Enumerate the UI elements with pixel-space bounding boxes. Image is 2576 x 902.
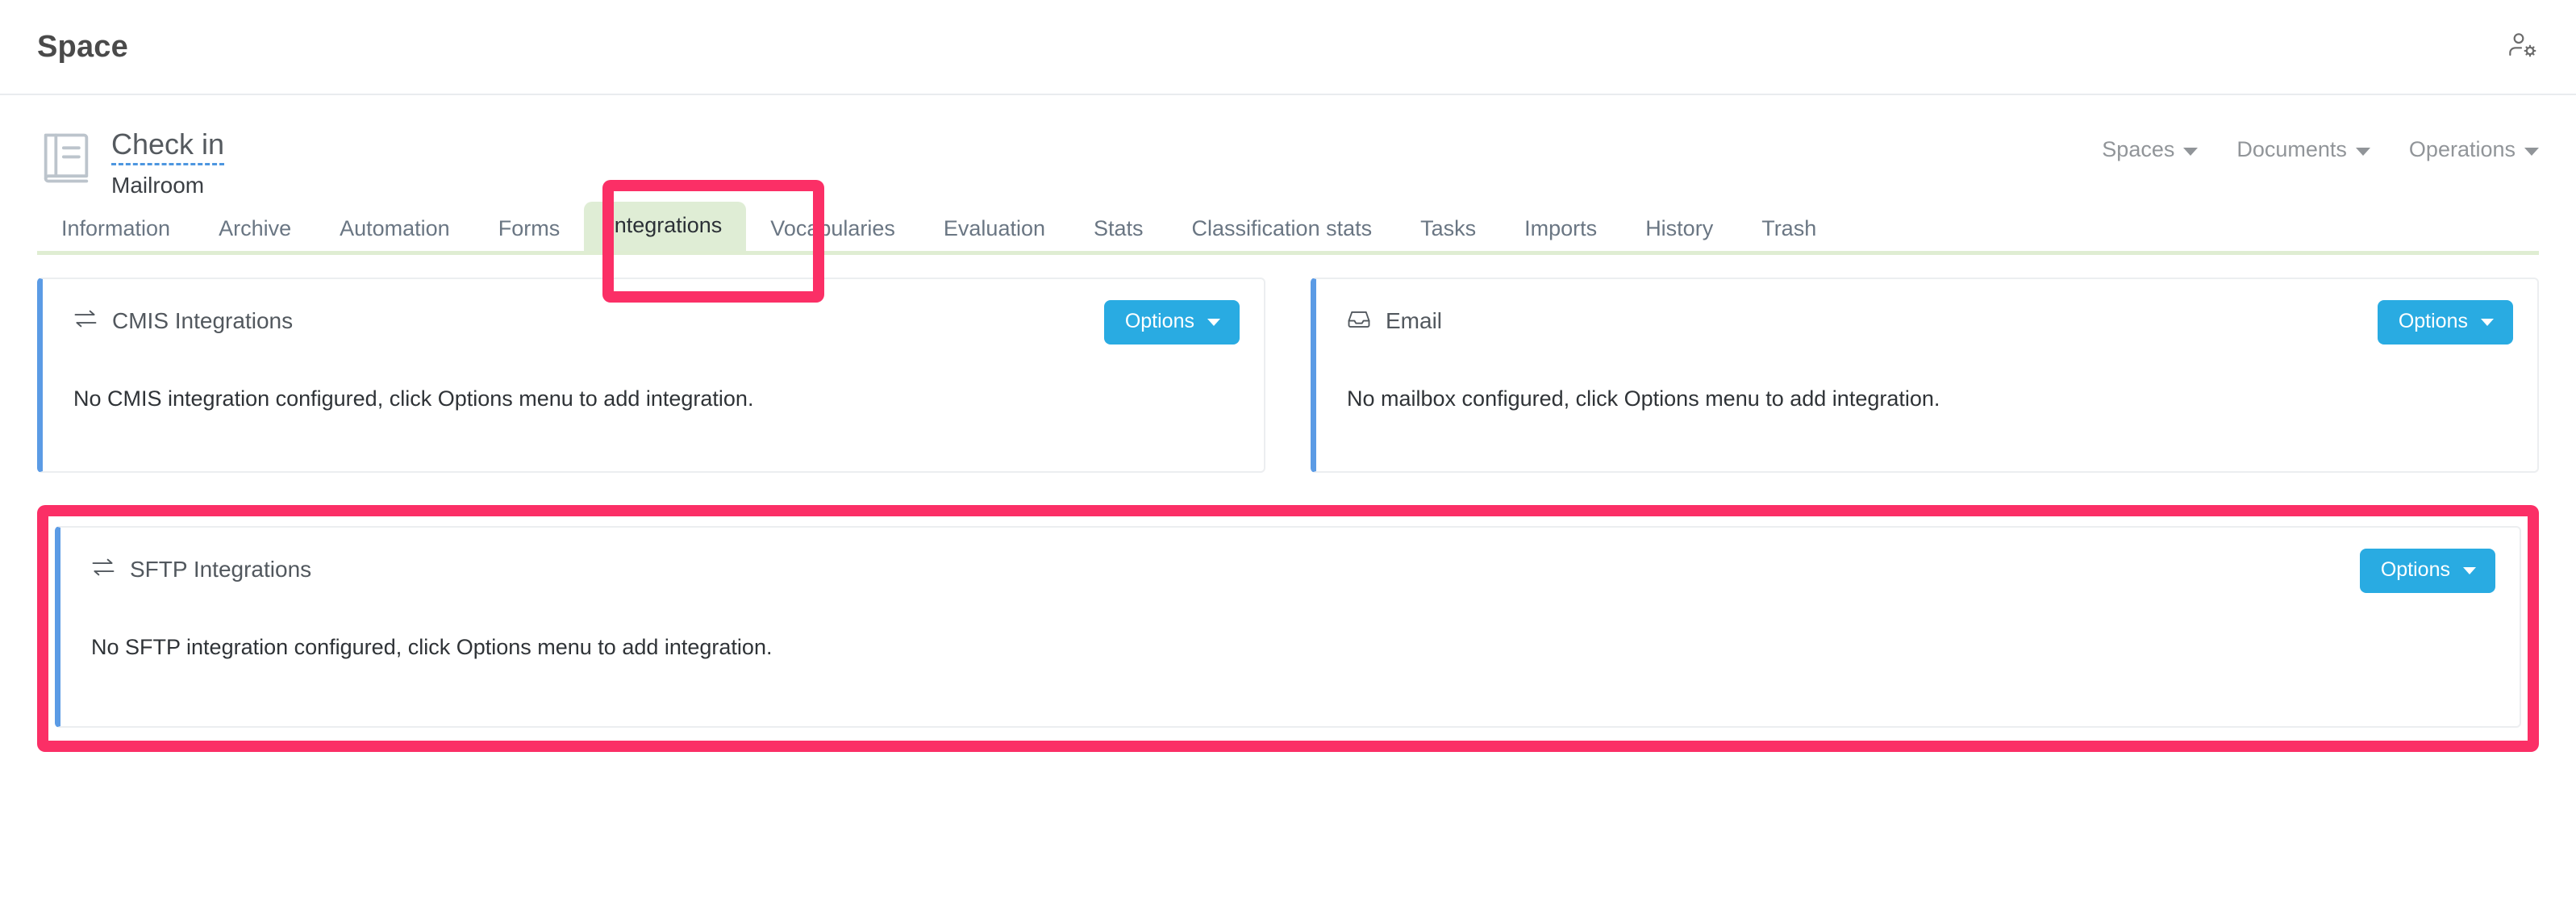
cmis-card-header: CMIS Integrations Options (73, 300, 1240, 345)
email-card-title-label: Email (1386, 308, 1442, 334)
app-title: Space (37, 30, 128, 65)
sftp-options-label: Options (2381, 560, 2450, 580)
tab-evaluation[interactable]: Evaluation (919, 208, 1069, 251)
tab-tasks[interactable]: Tasks (1396, 208, 1500, 251)
header-menu-operations-label: Operations (2409, 137, 2516, 162)
tab-automation[interactable]: Automation (315, 208, 474, 251)
email-card-header: Email Options (1347, 300, 2513, 345)
cmis-card-message: No CMIS integration configured, click Op… (73, 386, 1240, 411)
cmis-options-label: Options (1125, 311, 1194, 332)
email-card-message: No mailbox configured, click Options men… (1347, 386, 2513, 411)
cmis-options-button[interactable]: Options (1104, 300, 1240, 345)
space-subtitle: Mailroom (111, 173, 224, 198)
sftp-card-title-label: SFTP Integrations (130, 557, 311, 583)
tab-history[interactable]: History (1621, 208, 1737, 251)
chevron-down-icon (2463, 567, 2476, 574)
exchange-arrows-icon (91, 557, 115, 583)
header-menu-spaces-label: Spaces (2102, 137, 2174, 162)
app-bar: Space (0, 0, 2576, 95)
email-card-title: Email (1347, 300, 1442, 334)
chevron-down-icon (2481, 319, 2494, 326)
email-options-label: Options (2399, 311, 2468, 332)
chevron-down-icon (2524, 148, 2539, 156)
exchange-arrows-icon (73, 308, 98, 334)
integration-card-row: CMIS Integrations Options No CMIS integr… (37, 278, 2539, 473)
cmis-card-title: CMIS Integrations (73, 300, 293, 334)
sftp-options-button[interactable]: Options (2360, 549, 2495, 593)
book-icon (37, 127, 98, 193)
chevron-down-icon (2183, 148, 2198, 156)
sftp-card-message: No SFTP integration configured, click Op… (91, 635, 2495, 660)
space-title-block: Check in Mailroom (111, 126, 224, 198)
tab-vocabularies[interactable]: Vocabularies (746, 208, 919, 251)
tab-integrations[interactable]: Integrations (584, 202, 746, 251)
cmis-integrations-card: CMIS Integrations Options No CMIS integr… (37, 278, 1265, 473)
sftp-row-wrapper: SFTP Integrations Options No SFTP integr… (37, 505, 2539, 749)
header-menu-spaces[interactable]: Spaces (2102, 137, 2198, 162)
tab-forms[interactable]: Forms (474, 208, 585, 251)
header-menu-group: Spaces Documents Operations (2102, 126, 2539, 162)
chevron-down-icon (1207, 319, 1220, 326)
cmis-card-title-label: CMIS Integrations (112, 308, 293, 334)
tab-archive[interactable]: Archive (194, 208, 315, 251)
tab-imports[interactable]: Imports (1500, 208, 1621, 251)
space-header: Check in Mailroom Spaces Documents Opera… (0, 95, 2576, 194)
app-bar-actions (2507, 29, 2539, 65)
header-menu-documents-label: Documents (2236, 137, 2347, 162)
inbox-icon (1347, 308, 1371, 334)
tab-stats[interactable]: Stats (1069, 208, 1168, 251)
sftp-card-title: SFTP Integrations (91, 549, 311, 583)
tab-classification-stats[interactable]: Classification stats (1168, 208, 1397, 251)
tab-information[interactable]: Information (37, 208, 194, 251)
email-options-button[interactable]: Options (2378, 300, 2513, 345)
email-integrations-card: Email Options No mailbox configured, cli… (1311, 278, 2539, 473)
tab-bar-wrapper: Information Archive Automation Forms Int… (0, 208, 2576, 255)
tab-bar: Information Archive Automation Forms Int… (37, 208, 2539, 255)
tab-trash[interactable]: Trash (1737, 208, 1840, 251)
user-gear-icon[interactable] (2507, 29, 2539, 65)
chevron-down-icon (2356, 148, 2370, 156)
sftp-integrations-card: SFTP Integrations Options No SFTP integr… (55, 526, 2521, 728)
header-menu-documents[interactable]: Documents (2236, 137, 2370, 162)
space-name-link[interactable]: Check in (111, 129, 224, 165)
header-menu-operations[interactable]: Operations (2409, 137, 2539, 162)
sftp-card-header: SFTP Integrations Options (91, 549, 2495, 593)
integrations-content: CMIS Integrations Options No CMIS integr… (0, 255, 2576, 749)
